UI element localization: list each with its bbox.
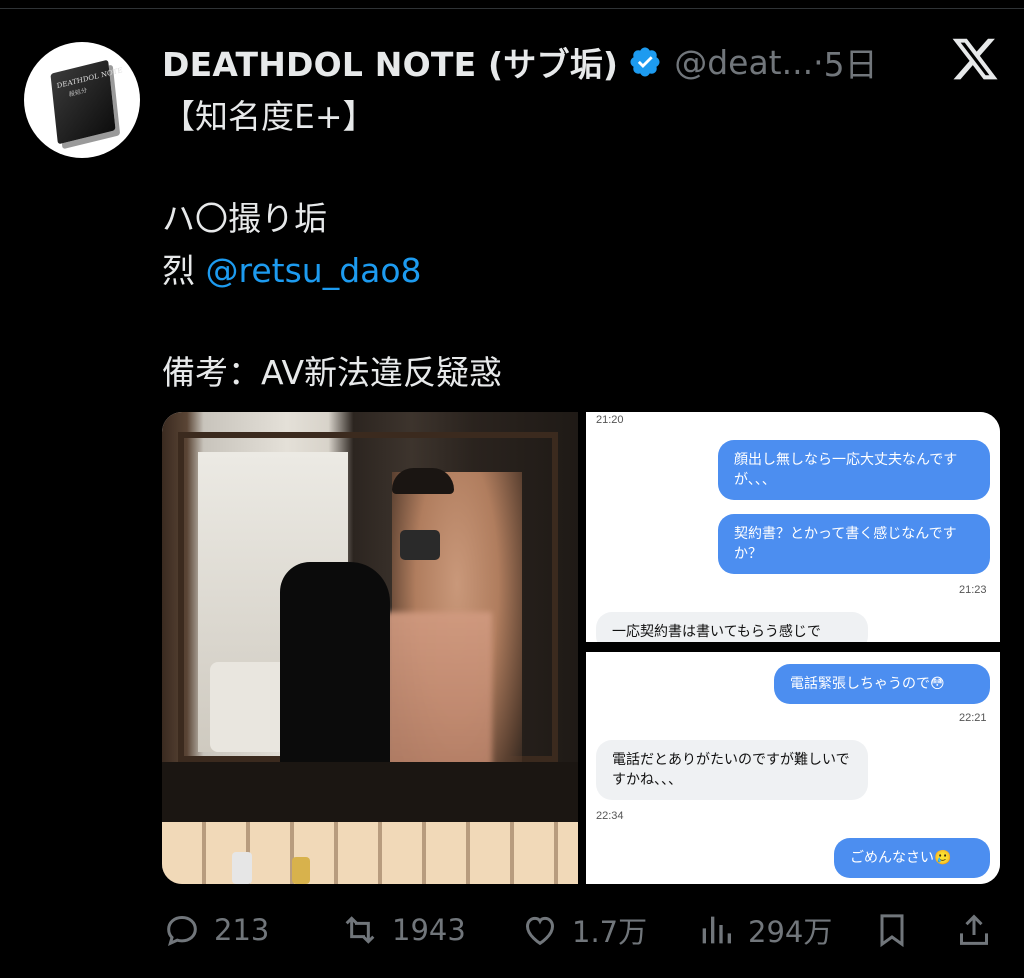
tweet-line-mention: 烈 @retsu_dao8 — [162, 244, 422, 292]
like-button[interactable]: 1.7万 — [520, 906, 647, 954]
tweet-header: DEATHDOL NOTE (サブ垢) @deat... · 5日 — [162, 36, 878, 88]
top-divider — [0, 8, 1024, 9]
phone-in-hand — [400, 530, 440, 560]
chat-bubble-outgoing: 契約書？とかって書く感じなんですか？ — [718, 514, 990, 574]
bookmark-icon — [880, 914, 904, 948]
chat-bubble-outgoing: 電話緊張しちゃうので😳 — [774, 664, 990, 704]
reply-icon — [167, 915, 197, 947]
reply-count: 213 — [214, 913, 270, 947]
book-title: DEATHDOL NOTE — [56, 66, 123, 91]
repost-count: 1943 — [392, 913, 466, 947]
like-icon — [525, 916, 555, 946]
reply-button[interactable]: 213 — [162, 906, 269, 954]
chat-bubble-outgoing: ごめんなさい🥲 — [834, 838, 990, 878]
vanity-lights — [162, 822, 578, 884]
chat-screenshot-top[interactable]: 21:20 顔出し無しなら一応大丈夫なんですが、、、 契約書？とかって書く感じな… — [586, 412, 1000, 642]
media-divider-vertical — [578, 412, 586, 884]
tweet-actions-bar: 213 1943 1.7万 294万 — [0, 906, 1024, 954]
views-button[interactable]: 294万 — [696, 906, 832, 954]
share-icon — [960, 914, 988, 945]
separator-dot: · — [813, 42, 824, 82]
verified-badge-icon — [630, 47, 660, 77]
tweet-line-rank: 【知名度E+】 — [162, 97, 376, 136]
repost-button[interactable]: 1943 — [340, 906, 466, 954]
tweet-time[interactable]: 5日 — [824, 38, 878, 86]
views-count: 294万 — [748, 915, 833, 949]
user-handle[interactable]: @deat... — [674, 43, 813, 82]
censor-blur — [372, 612, 492, 787]
tweet-media[interactable]: 21:20 顔出し無しなら一応大丈夫なんですが、、、 契約書？とかって書く感じな… — [162, 412, 1000, 884]
tweet-line-note: 備考：AV新法違反疑惑 — [162, 353, 503, 392]
share-button[interactable] — [954, 906, 994, 954]
chat-bubble-outgoing: 顔出し無しなら一応大丈夫なんですが、、、 — [718, 440, 990, 500]
chat-timestamp: 22:34 — [596, 810, 624, 822]
faucet — [232, 852, 252, 884]
chat-bubble-incoming: 一応契約書は書いてもらう感じで — [596, 612, 868, 642]
x-logo-icon[interactable] — [950, 34, 1000, 84]
death-note-book-image: DEATHDOL NOTE 殺処分 — [50, 59, 123, 145]
display-name[interactable]: DEATHDOL NOTE (サブ垢) — [162, 38, 618, 86]
mirror-selfie-photo[interactable] — [162, 412, 578, 884]
tweet-line-account-type: ハ〇撮り垢 — [162, 199, 327, 238]
repost-icon — [345, 916, 375, 944]
chat-timestamp: 21:20 — [596, 414, 624, 426]
chat-bubble-incoming: 電話だとありがたいのですが難しいですかね、、、 — [596, 740, 868, 800]
avatar[interactable]: DEATHDOL NOTE 殺処分 — [24, 42, 140, 158]
like-count: 1.7万 — [572, 915, 648, 949]
person-hair — [392, 468, 454, 494]
bottle — [292, 857, 310, 884]
mention-link[interactable]: @retsu_dao8 — [206, 251, 422, 290]
vanity-counter — [162, 762, 578, 822]
views-icon — [702, 916, 731, 944]
media-divider-horizontal — [586, 642, 1000, 652]
book-subtitle: 殺処分 — [68, 87, 88, 99]
mention-prefix: 烈 — [162, 251, 206, 290]
chat-timestamp: 22:21 — [959, 712, 987, 724]
chat-screenshot-bottom[interactable]: 電話緊張しちゃうので😳 22:21 電話だとありがたいのですが難しいですかね、、… — [586, 652, 1000, 884]
chat-timestamp: 21:23 — [959, 584, 987, 596]
bookmark-button[interactable] — [872, 906, 912, 954]
